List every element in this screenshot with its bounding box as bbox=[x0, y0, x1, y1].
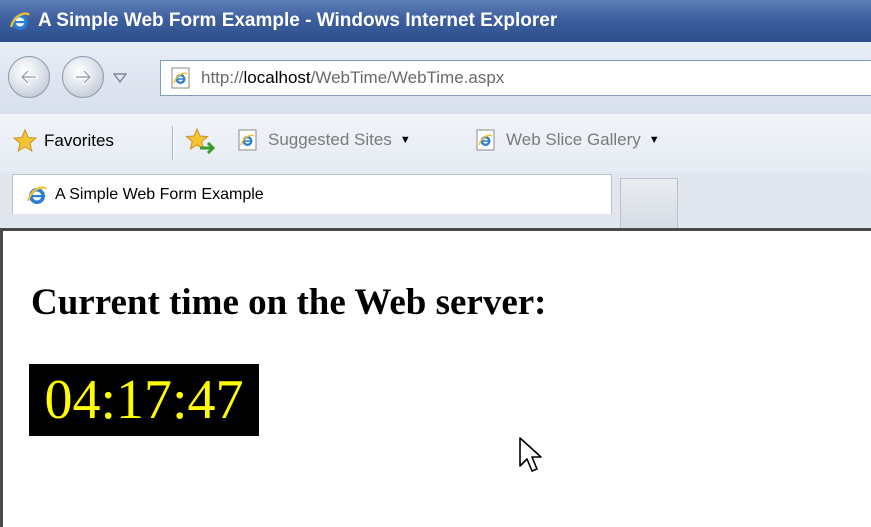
ie-logo-icon bbox=[9, 12, 30, 30]
title-bar: A Simple Web Form Example - Windows Inte… bbox=[0, 0, 871, 42]
page-content: Current time on the Web server: 04:17:47 bbox=[0, 228, 871, 527]
add-favorite-star-icon bbox=[185, 127, 216, 155]
server-time-label: 04:17:47 bbox=[29, 364, 259, 436]
url-host: localhost bbox=[243, 68, 311, 87]
add-to-favorites-bar-button[interactable] bbox=[184, 126, 216, 158]
tab-strip: A Simple Web Form Example bbox=[0, 172, 871, 228]
favorites-separator bbox=[172, 126, 174, 160]
address-field[interactable]: http://localhost/WebTime/WebTime.aspx bbox=[160, 60, 871, 96]
url-prefix: http:// bbox=[201, 68, 244, 87]
forward-button[interactable] bbox=[62, 56, 104, 98]
window-title: A Simple Web Form Example - Windows Inte… bbox=[38, 10, 558, 31]
dropdown-arrow-icon: ▼ bbox=[399, 134, 411, 146]
web-slice-gallery-link[interactable]: Web Slice Gallery ▼ bbox=[474, 128, 660, 152]
forward-arrow-icon bbox=[74, 69, 93, 85]
ie-page-icon bbox=[171, 67, 190, 89]
url-path: /WebTime/WebTime.aspx bbox=[310, 68, 505, 87]
tab-simple-web-form[interactable]: A Simple Web Form Example bbox=[12, 174, 612, 214]
dropdown-arrow-icon: ▼ bbox=[648, 134, 660, 146]
star-icon bbox=[12, 128, 38, 153]
mouse-cursor-icon bbox=[519, 437, 542, 472]
favorites-label: Favorites bbox=[44, 131, 114, 150]
ie-page-icon bbox=[476, 129, 495, 151]
favorites-button[interactable]: Favorites bbox=[12, 128, 114, 154]
suggested-sites-label: Suggested Sites bbox=[268, 130, 392, 149]
navigation-bar: http://localhost/WebTime/WebTime.aspx bbox=[0, 42, 871, 114]
back-arrow-icon bbox=[19, 69, 38, 85]
back-button[interactable] bbox=[8, 56, 50, 98]
ie-logo-icon bbox=[26, 185, 47, 204]
suggested-sites-link[interactable]: Suggested Sites ▼ bbox=[236, 128, 411, 152]
new-tab-button[interactable] bbox=[620, 178, 678, 228]
favorites-bar: Favorites Suggested Sites ▼ Web Slice Ga… bbox=[0, 114, 871, 172]
url-text: http://localhost/WebTime/WebTime.aspx bbox=[201, 68, 504, 88]
page-heading: Current time on the Web server: bbox=[31, 282, 547, 323]
tab-label: A Simple Web Form Example bbox=[55, 185, 264, 203]
recent-pages-dropdown-icon[interactable] bbox=[112, 72, 128, 84]
web-slice-gallery-label: Web Slice Gallery bbox=[506, 130, 641, 149]
ie-page-icon bbox=[238, 129, 257, 151]
